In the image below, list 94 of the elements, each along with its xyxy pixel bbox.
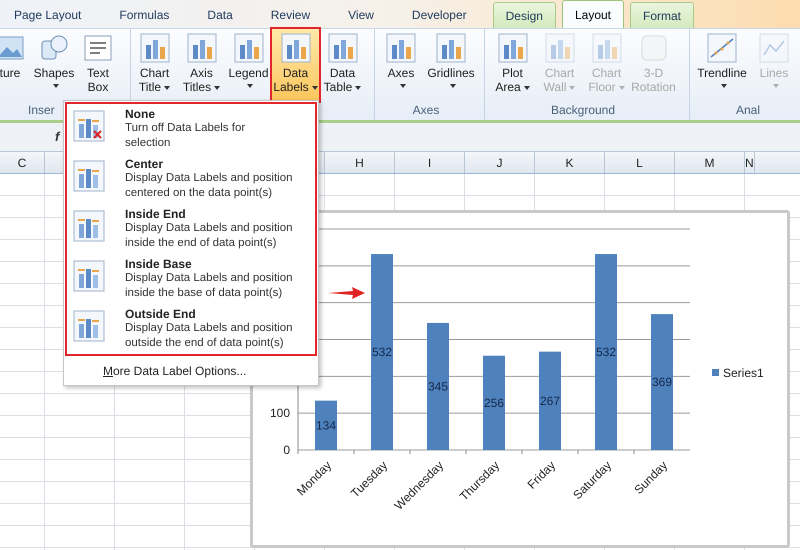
data-label: 532	[372, 345, 392, 360]
bar-chart-icon	[328, 33, 358, 63]
caret-icon	[247, 84, 253, 88]
bar-chart-icon	[186, 33, 216, 63]
bar-chart-icon	[498, 33, 528, 63]
menu-item-title: Inside Base	[125, 257, 193, 271]
column-header: I	[428, 154, 432, 172]
ribbon-tab[interactable]: Page Layout	[2, 2, 94, 28]
pointer-arrow	[328, 287, 365, 299]
caret-icon	[772, 84, 778, 88]
ribbon-tab[interactable]: Developer	[400, 2, 479, 28]
column-header: L	[636, 154, 643, 172]
column-header: H	[355, 154, 364, 172]
menu-item[interactable]: None Turn off Data Labels for selection	[67, 104, 315, 154]
ribbon-button[interactable]: Trendline	[696, 29, 748, 101]
menu-item[interactable]: Inside End Display Data Labels and position inside the end of data point(s)	[67, 204, 315, 254]
data-label: 345	[428, 379, 448, 394]
caret-icon	[569, 86, 576, 90]
ribbon-button[interactable]: Data Table	[319, 29, 366, 101]
ribbon-button[interactable]: Chart Title	[131, 29, 178, 101]
bar-chart-icon	[544, 33, 574, 63]
data-label: 134	[316, 418, 336, 432]
bar-chart-icon	[436, 33, 466, 63]
function-label: f	[55, 128, 60, 146]
ribbon-button[interactable]: Plot Area	[489, 29, 536, 101]
column-header: C	[18, 154, 26, 172]
trendline-icon	[707, 33, 737, 63]
caret-icon	[312, 86, 318, 90]
ribbon-tab[interactable]: View	[336, 2, 386, 28]
menu-item-title: Outside End	[125, 307, 197, 321]
data-label: 256	[484, 396, 504, 410]
column-header: J	[496, 154, 502, 172]
caret-icon	[52, 84, 58, 88]
bar-chart-remove-icon	[73, 110, 105, 142]
caret-icon	[524, 86, 530, 90]
menu-item[interactable]: More Data Label Options...	[64, 357, 318, 385]
legend-swatch	[712, 369, 719, 376]
bar-chart-icon	[73, 260, 105, 292]
data-label: 532	[596, 345, 616, 360]
column-header: M	[704, 154, 714, 172]
cube-icon	[638, 33, 668, 63]
ribbon-button[interactable]: Data Labels	[272, 29, 319, 101]
ribbon-tab[interactable]: Layout	[562, 0, 624, 28]
menu-item-description: Display Data Labels and position inside the base of data point(s)	[125, 271, 292, 301]
caret-icon	[355, 86, 362, 90]
caret-icon	[720, 84, 726, 88]
bar-chart-icon	[234, 33, 264, 63]
group-label: Anal	[736, 102, 760, 119]
ribbon-button[interactable]: Text Box	[76, 29, 120, 101]
menu-item-title: Inside End	[125, 207, 187, 221]
ribbon-tab[interactable]: Format	[630, 2, 694, 28]
ribbon-tab[interactable]: Data	[195, 2, 245, 28]
bar-chart-icon	[592, 33, 622, 63]
ribbon-button[interactable]: Axes	[376, 29, 426, 101]
group-label: Background	[550, 102, 616, 119]
ribbon-tab[interactable]: Review	[258, 2, 322, 28]
bar-chart-icon	[140, 33, 170, 63]
menu-item[interactable]: Inside Base Display Data Labels and position inside the base of data point(s)	[67, 254, 315, 304]
menu-item[interactable]: Outside End Display Data Labels and position outside the end of data point(s)	[67, 304, 315, 354]
menu-item[interactable]: Center Display Data Labels and position centered on the data point(s)	[67, 154, 315, 204]
caret-icon	[450, 84, 456, 88]
menu-item-description: Display Data Labels and position centered on the data point(s)	[125, 171, 292, 201]
line-chart-icon	[759, 33, 789, 63]
axis-label: 100	[270, 406, 290, 420]
ribbon-button[interactable]: Shapes	[32, 29, 76, 101]
group-label: Axes	[412, 102, 440, 119]
ribbon-button[interactable]: Axis Titles	[178, 29, 225, 101]
bar-chart-icon	[73, 210, 105, 242]
ribbon-button[interactable]: ture	[0, 29, 32, 101]
bar-chart-icon	[280, 33, 310, 63]
column-header: K	[565, 154, 574, 172]
data-label: 267	[540, 394, 560, 408]
group-label: Inser	[28, 102, 55, 119]
bar-chart-icon	[73, 310, 105, 342]
menu-item-title: Center	[125, 157, 164, 171]
menu-item-description: Turn off Data Labels for selection	[125, 121, 246, 151]
menu-item-title: None	[125, 107, 156, 121]
column-header: N	[745, 154, 754, 172]
bar-chart-icon	[386, 33, 416, 63]
ribbon-button[interactable]: Gridlines	[426, 29, 476, 101]
ribbon-tab[interactable]: Design	[492, 2, 556, 28]
caret-icon	[164, 86, 170, 90]
ribbon-tab[interactable]: Formulas	[107, 2, 182, 28]
text-box-icon	[83, 33, 113, 63]
data-label: 369	[652, 375, 672, 390]
legend-label: Series1	[723, 366, 764, 380]
bar-chart-icon	[73, 160, 105, 192]
menu-item-description: Display Data Labels and position inside the end of data point(s)	[125, 221, 292, 251]
menu-item-description: Display Data Labels and position outside the end of data point(s)	[125, 321, 292, 351]
bar	[315, 400, 337, 450]
caret-icon	[618, 86, 625, 90]
caret-icon	[214, 86, 220, 90]
caret-icon	[400, 84, 406, 88]
axis-label: 0	[283, 443, 290, 457]
